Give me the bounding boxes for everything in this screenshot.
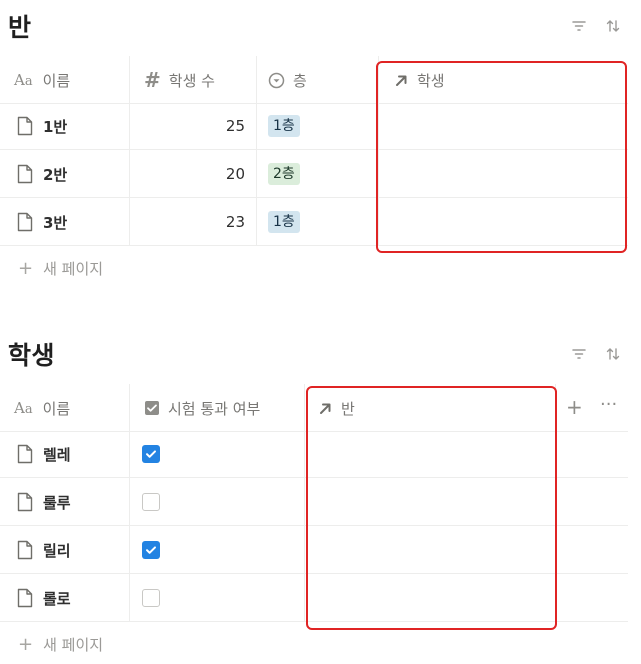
sort-icon[interactable]: [605, 346, 621, 362]
column-label: 이름: [42, 399, 71, 418]
row-name: 렐레: [43, 445, 71, 464]
name-cell[interactable]: 룰루: [16, 478, 71, 526]
name-cell[interactable]: 1반: [16, 102, 67, 150]
new-page-label: 새 페이지: [43, 260, 104, 278]
column-header-name[interactable]: Aa 이름: [14, 384, 129, 432]
floor-cell[interactable]: 1층: [268, 102, 300, 150]
filter-icon[interactable]: [571, 18, 587, 34]
name-cell[interactable]: 릴리: [16, 526, 71, 574]
page-icon: [17, 444, 33, 464]
column-header-count[interactable]: # 학생 수: [144, 56, 256, 104]
column-header-name[interactable]: Aa 이름: [14, 56, 129, 104]
checkbox-unchecked[interactable]: [142, 589, 160, 607]
checkbox-cell[interactable]: [142, 574, 160, 622]
floor-cell[interactable]: 2층: [268, 150, 300, 198]
plus-icon: +: [18, 258, 34, 279]
page-icon: [17, 492, 33, 512]
more-options-icon[interactable]: ···: [600, 394, 617, 415]
row-name: 2반: [43, 165, 68, 184]
highlight-box: [306, 386, 557, 630]
new-page-button[interactable]: + 새 페이지: [18, 634, 103, 655]
sort-icon[interactable]: [605, 18, 621, 34]
floor-cell[interactable]: 1층: [268, 198, 300, 246]
filter-icon[interactable]: [571, 346, 587, 362]
row-name: 롤로: [43, 589, 71, 608]
database-title: 반: [8, 13, 32, 42]
page-icon: [17, 540, 33, 560]
checkbox-checked[interactable]: [142, 541, 160, 559]
checkbox-unchecked[interactable]: [142, 493, 160, 511]
highlight-box: [376, 61, 627, 253]
checkbox-cell[interactable]: [142, 526, 160, 574]
checkbox-icon: [144, 400, 160, 416]
name-cell[interactable]: 롤로: [16, 574, 71, 622]
plus-icon: +: [18, 634, 34, 655]
row-name: 릴리: [43, 541, 71, 560]
column-header-passed[interactable]: 시험 통과 여부: [144, 384, 304, 432]
checkbox-cell[interactable]: [142, 478, 160, 526]
page-icon: [17, 588, 33, 608]
text-icon: Aa: [14, 71, 33, 89]
name-cell[interactable]: 3반: [16, 198, 67, 246]
column-label: 이름: [42, 71, 71, 90]
page-icon: [17, 164, 33, 184]
column-label: 학생 수: [168, 71, 215, 90]
page-icon: [17, 212, 33, 232]
select-icon: [268, 72, 285, 89]
column-label: 층: [293, 71, 307, 90]
row-name: 1반: [43, 117, 68, 136]
database-toolbar: [571, 18, 621, 34]
new-page-button[interactable]: + 새 페이지: [18, 258, 103, 279]
new-page-label: 새 페이지: [43, 636, 104, 654]
floor-tag: 1층: [268, 115, 300, 137]
column-header-floor[interactable]: 층: [268, 56, 378, 104]
number-icon: #: [144, 68, 161, 92]
column-label: 시험 통과 여부: [168, 399, 261, 418]
add-property-icon[interactable]: +: [566, 395, 583, 419]
floor-tag: 2층: [268, 163, 300, 185]
text-icon: Aa: [14, 399, 33, 417]
database-toolbar: [571, 346, 621, 362]
count-cell[interactable]: 23: [129, 198, 245, 246]
page-icon: [17, 116, 33, 136]
row-name: 룰루: [43, 493, 71, 512]
database-title: 학생: [8, 341, 56, 370]
checkbox-checked[interactable]: [142, 445, 160, 463]
name-cell[interactable]: 2반: [16, 150, 67, 198]
count-cell[interactable]: 25: [129, 102, 245, 150]
name-cell[interactable]: 렐레: [16, 430, 71, 478]
floor-tag: 1층: [268, 211, 300, 233]
row-name: 3반: [43, 213, 68, 232]
checkbox-cell[interactable]: [142, 430, 160, 478]
count-cell[interactable]: 20: [129, 150, 245, 198]
